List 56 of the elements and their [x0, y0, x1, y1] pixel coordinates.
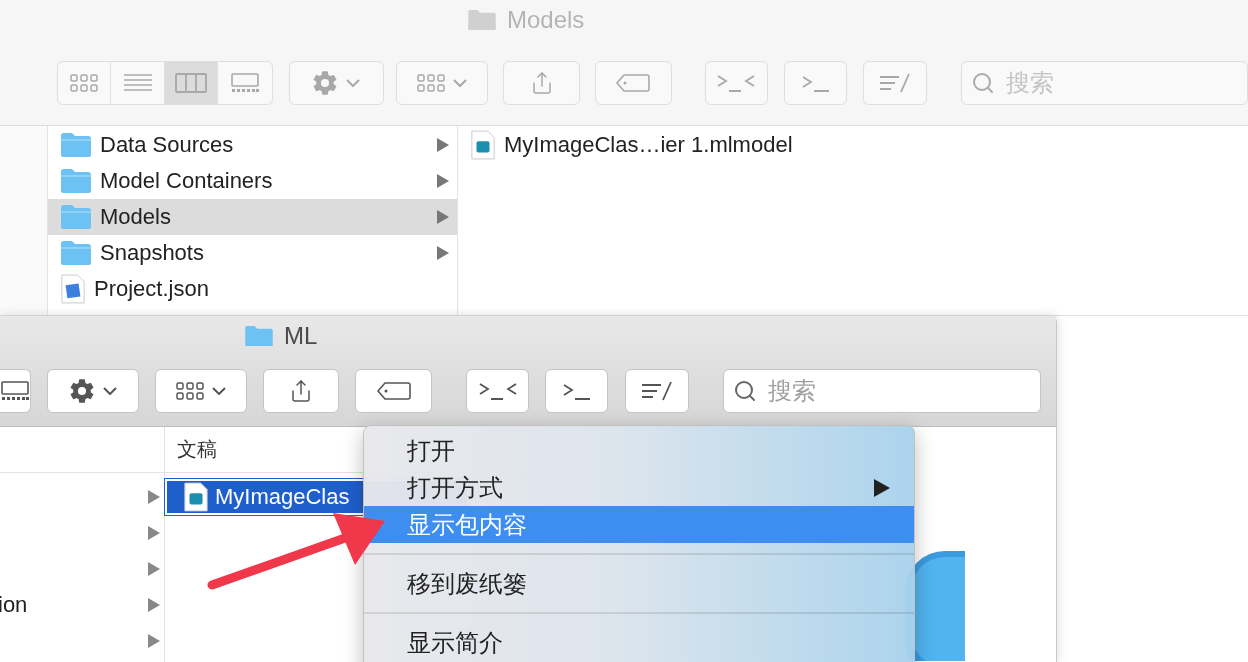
folder-icon: [60, 132, 92, 158]
model-file-icon: [470, 129, 496, 161]
caret-icon: [346, 78, 361, 87]
tag-button[interactable]: [355, 369, 432, 413]
folder-icon: [60, 204, 92, 230]
group-button[interactable]: [396, 60, 489, 105]
menu-item[interactable]: 显示简介: [364, 624, 914, 661]
file-row[interactable]: Models: [48, 199, 457, 235]
caret-icon: [212, 387, 226, 395]
edit-icon: [641, 380, 673, 402]
gallery-icon: [0, 381, 30, 401]
window-title: Models: [507, 6, 585, 34]
file-row[interactable]: Snapshots: [48, 235, 457, 271]
model-file-icon: [183, 481, 209, 513]
grid-icon: [70, 73, 99, 92]
columns-icon: [175, 72, 208, 93]
caret-icon: [103, 387, 117, 395]
terminal-button[interactable]: [545, 369, 608, 413]
folder-icon: [467, 9, 497, 31]
caret-icon: [453, 78, 468, 87]
search-field[interactable]: 搜索: [723, 369, 1041, 413]
terminal-button[interactable]: [466, 369, 529, 413]
gallery-icon: [230, 72, 261, 93]
grid-icon: [176, 382, 204, 400]
edit-icon: [879, 71, 912, 94]
list-icon: [122, 73, 153, 92]
share-icon: [289, 379, 313, 403]
gear-icon: [312, 69, 339, 96]
document-icon: [60, 273, 86, 305]
menu-item[interactable]: 打开: [364, 432, 914, 469]
menu-item[interactable]: 移到废纸篓: [364, 565, 914, 602]
column-header: 文稿: [177, 437, 217, 462]
file-name[interactable]: ion: [0, 592, 28, 618]
share-button[interactable]: [263, 369, 339, 413]
prompt-icon: [561, 381, 592, 401]
file-row[interactable]: MyImageClas…ier 1.mlmodel: [458, 127, 867, 163]
tag-icon: [376, 382, 411, 400]
share-button[interactable]: [503, 60, 581, 105]
file-row[interactable]: Project.json: [48, 271, 457, 307]
grid-icon: [417, 73, 446, 92]
tag-icon: [616, 73, 651, 92]
terminal-icon: [477, 381, 518, 401]
search-icon: [970, 70, 995, 95]
file-row[interactable]: Model Containers: [48, 163, 457, 199]
action-button[interactable]: [47, 369, 139, 413]
folder-icon: [60, 240, 92, 266]
file-row[interactable]: Data Sources: [48, 127, 457, 163]
gear-icon: [69, 378, 95, 404]
group-button[interactable]: [155, 369, 247, 413]
tag-button[interactable]: [595, 60, 672, 105]
window-title: ML: [284, 322, 318, 350]
search-icon: [733, 379, 757, 403]
folder-icon: [244, 325, 274, 347]
folder-icon: [60, 168, 92, 194]
terminal-icon: [716, 72, 757, 93]
edit-button[interactable]: [625, 369, 689, 413]
